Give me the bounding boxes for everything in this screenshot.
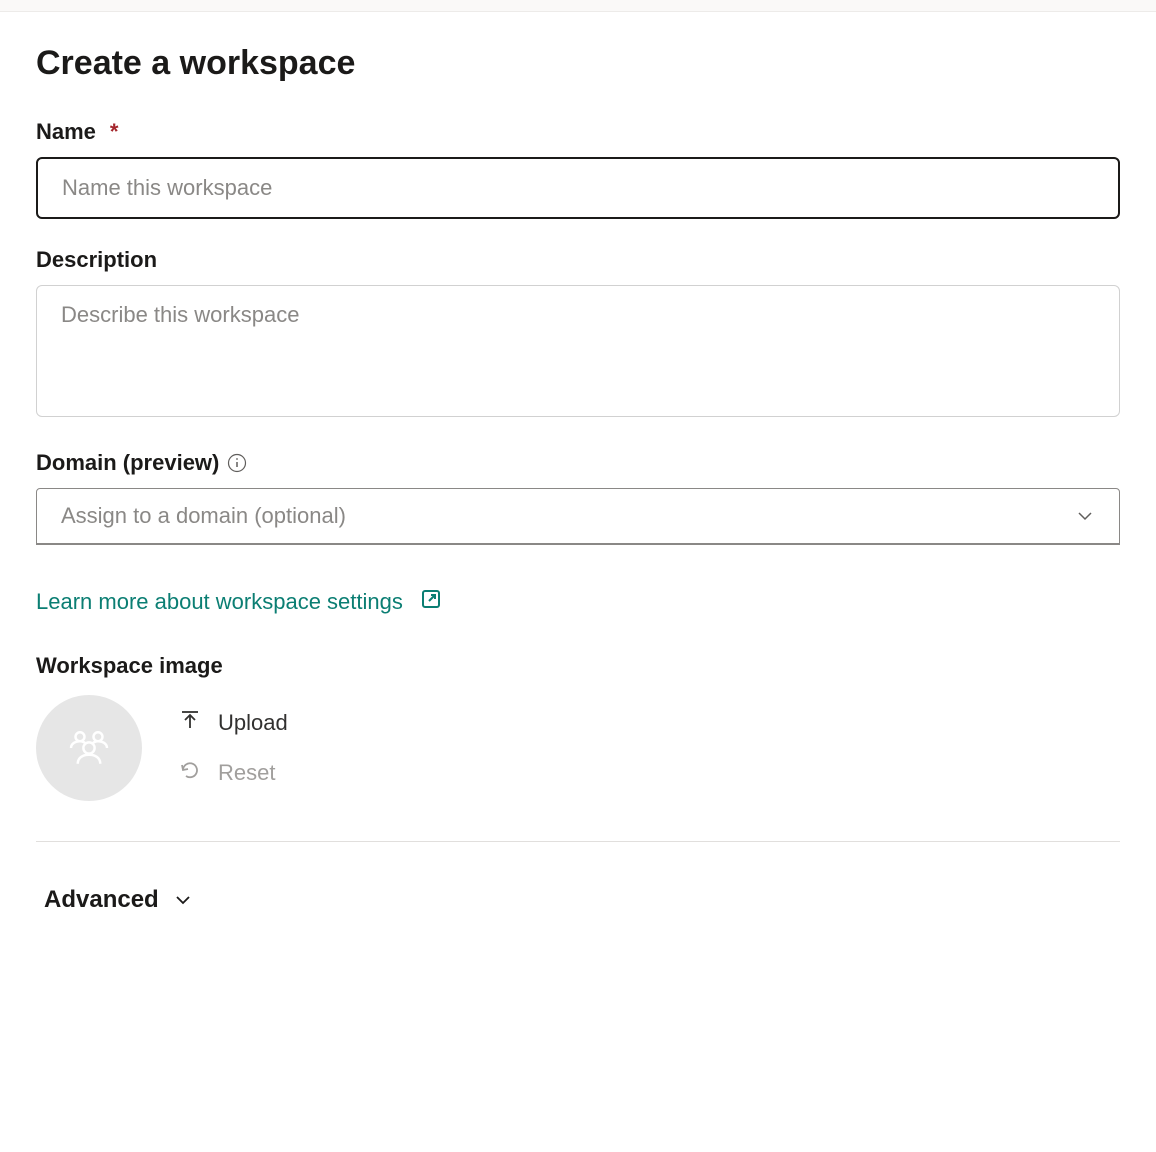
- description-label: Description: [36, 247, 1120, 273]
- domain-select-placeholder: Assign to a domain (optional): [61, 503, 346, 529]
- workspace-image-label-text: Workspace image: [36, 653, 223, 679]
- workspace-image-group: Workspace image: [36, 653, 1120, 801]
- domain-field-group: Domain (preview) Assign to a domain (opt…: [36, 450, 1120, 545]
- reset-label: Reset: [218, 760, 275, 786]
- description-field-group: Description: [36, 247, 1120, 422]
- workspace-form-container: Create a workspace Name * Description Do…: [0, 12, 1156, 950]
- advanced-toggle[interactable]: Advanced: [36, 882, 201, 918]
- name-field-group: Name *: [36, 119, 1120, 219]
- description-label-text: Description: [36, 247, 157, 273]
- advanced-label: Advanced: [44, 886, 159, 914]
- reset-button: Reset: [178, 758, 288, 788]
- domain-select[interactable]: Assign to a domain (optional): [36, 488, 1120, 545]
- people-group-icon: [62, 721, 116, 775]
- page-title: Create a workspace: [36, 44, 1120, 83]
- learn-more-text: Learn more about workspace settings: [36, 589, 403, 615]
- name-label-text: Name: [36, 119, 96, 145]
- reset-icon: [178, 758, 202, 788]
- upload-label: Upload: [218, 710, 288, 736]
- image-section: Upload Reset: [36, 695, 1120, 801]
- external-link-icon: [419, 587, 443, 617]
- name-input[interactable]: [36, 157, 1120, 219]
- chevron-down-icon: [1075, 506, 1095, 526]
- domain-label: Domain (preview): [36, 450, 1120, 476]
- info-icon[interactable]: [227, 453, 247, 473]
- chevron-down-icon: [173, 890, 193, 910]
- name-label: Name *: [36, 119, 1120, 145]
- upload-icon: [178, 708, 202, 738]
- learn-more-link[interactable]: Learn more about workspace settings: [36, 587, 443, 617]
- domain-label-text: Domain (preview): [36, 450, 219, 476]
- required-indicator: *: [110, 119, 119, 145]
- avatar-placeholder: [36, 695, 142, 801]
- divider: [36, 841, 1120, 842]
- image-actions: Upload Reset: [178, 708, 288, 788]
- panel-top-border: [0, 0, 1156, 12]
- description-input[interactable]: [36, 285, 1120, 417]
- upload-button[interactable]: Upload: [178, 708, 288, 738]
- workspace-image-label: Workspace image: [36, 653, 1120, 679]
